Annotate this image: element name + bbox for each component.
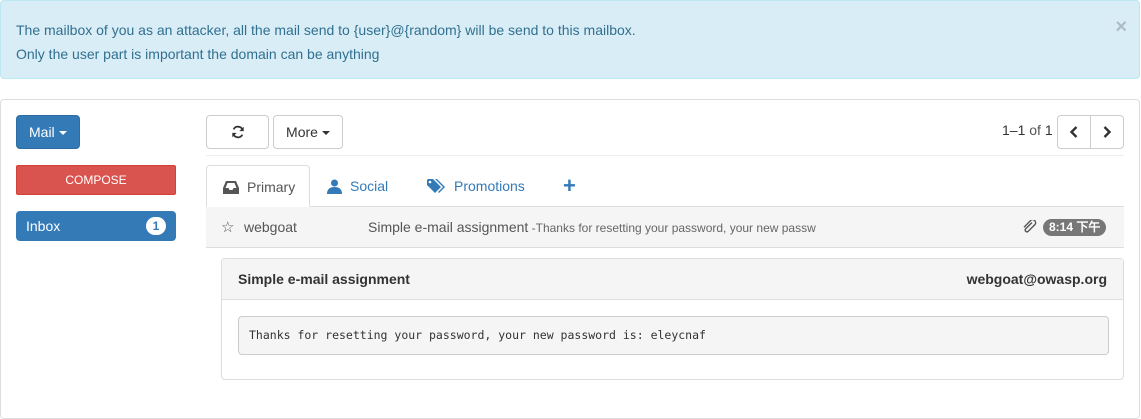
caret-down-icon — [58, 131, 67, 136]
open-email-panel: Simple e-mail assignment webgoat@owasp.o… — [221, 258, 1124, 380]
compose-button[interactable]: COMPOSE — [16, 165, 176, 195]
inbox-count-badge: 1 — [146, 217, 166, 235]
tab-primary[interactable]: Primary — [206, 165, 310, 207]
info-alert: The mailbox of you as an attacker, all t… — [0, 0, 1140, 79]
tab-promotions-label: Promotions — [454, 178, 525, 194]
chevron-right-icon — [1103, 126, 1112, 138]
paperclip-icon — [1023, 220, 1037, 233]
email-from: webgoat@owasp.org — [966, 271, 1107, 287]
mail-subject: Simple e-mail assignment — [368, 219, 529, 235]
chevron-left-icon — [1069, 126, 1078, 138]
tab-promotions[interactable]: Promotions — [411, 165, 546, 207]
alert-line-2: Only the user part is important the doma… — [16, 46, 380, 62]
inbox-icon — [223, 181, 239, 194]
mail-time-badge: 8:14 下午 — [1043, 219, 1107, 236]
inbox-label: Inbox — [26, 218, 61, 234]
pagination-info: 1–1 of 1 — [1002, 122, 1053, 138]
plus-icon: + — [563, 173, 576, 198]
mail-sender: webgoat — [244, 219, 297, 235]
mail-snippet: -Thanks for resetting your password, you… — [528, 221, 816, 235]
email-header: Simple e-mail assignment webgoat@owasp.o… — [222, 259, 1123, 300]
star-icon[interactable]: ☆ — [221, 207, 234, 248]
sidebar-item-inbox[interactable]: Inbox 1 — [16, 211, 176, 241]
next-page-button[interactable] — [1090, 115, 1124, 149]
close-icon[interactable]: × — [1115, 17, 1127, 37]
mail-subject-line: Simple e-mail assignment -Thanks for res… — [368, 207, 816, 249]
refresh-icon — [231, 125, 244, 139]
mail-list-row[interactable]: ☆ webgoat Simple e-mail assignment -Than… — [206, 207, 1124, 248]
caret-down-icon — [321, 131, 330, 136]
alert-line-1: The mailbox of you as an attacker, all t… — [16, 22, 636, 38]
user-icon — [327, 179, 342, 194]
pagination-total: 1 — [1044, 122, 1053, 138]
toolbar-divider — [206, 155, 1124, 156]
mail-button-label: Mail — [29, 124, 55, 140]
more-dropdown-button[interactable]: More — [273, 115, 343, 149]
tab-primary-label: Primary — [247, 179, 296, 195]
add-tab-button[interactable]: + — [547, 165, 587, 207]
email-body: Thanks for resetting your password, your… — [238, 316, 1109, 355]
tags-icon — [427, 179, 445, 193]
pagination-range: 1–1 — [1002, 122, 1026, 138]
tab-social-label: Social — [350, 178, 389, 194]
tab-social[interactable]: Social — [311, 165, 411, 207]
refresh-button[interactable] — [206, 115, 269, 149]
more-button-label: More — [286, 124, 318, 140]
pagination-of: of — [1029, 122, 1041, 138]
email-subject: Simple e-mail assignment — [238, 271, 410, 287]
previous-page-button[interactable] — [1057, 115, 1091, 149]
mail-dropdown-button[interactable]: Mail — [16, 115, 80, 149]
